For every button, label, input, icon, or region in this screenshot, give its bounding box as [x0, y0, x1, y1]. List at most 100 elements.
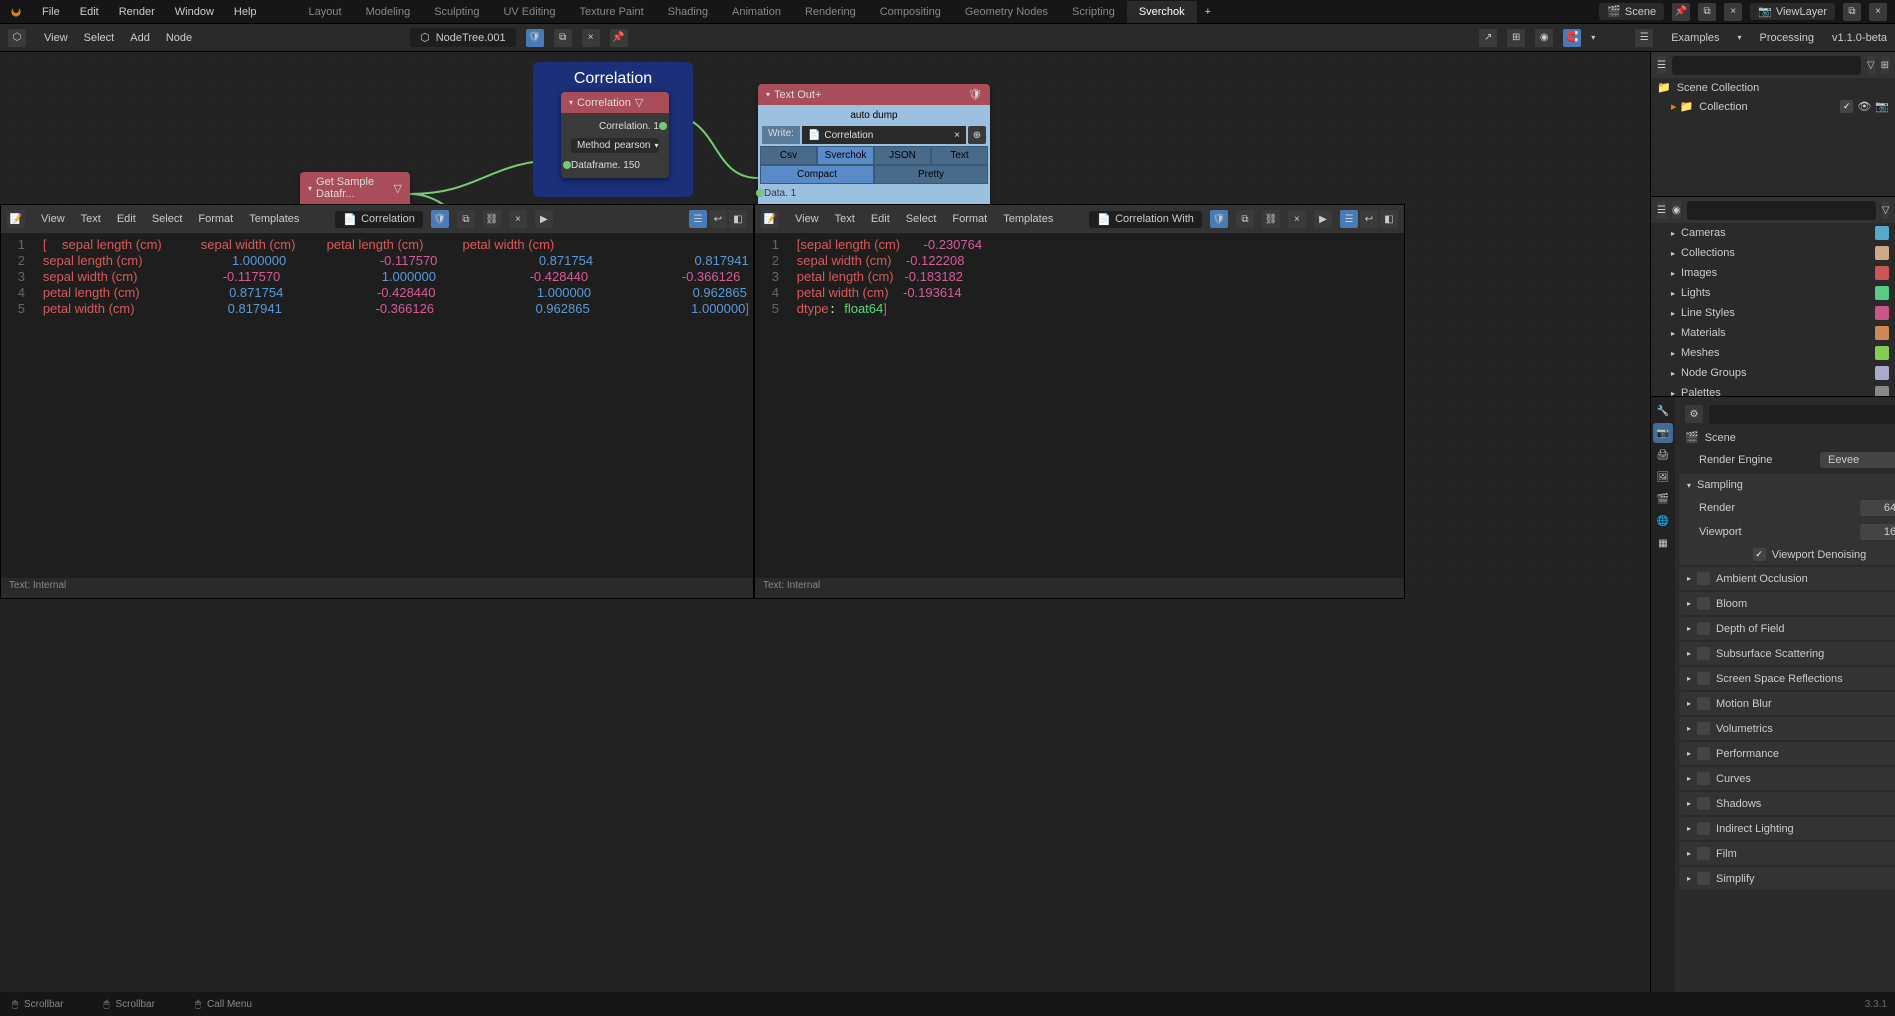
data-palettes[interactable]: ▸Palettes [1651, 383, 1895, 397]
menu-window[interactable]: Window [165, 2, 224, 22]
props-header-indirect-lighting[interactable]: ▸Indirect Lighting [1679, 817, 1895, 840]
play-icon[interactable]: ▶ [535, 210, 553, 228]
workspace-tab-layout[interactable]: Layout [297, 1, 354, 23]
props-header-film[interactable]: ▸Film [1679, 842, 1895, 865]
data-meshes[interactable]: ▸Meshes [1651, 343, 1895, 363]
props-header-bloom[interactable]: ▸Bloom [1679, 592, 1895, 615]
text-content[interactable]: 1 [sepal length (cm) -0.230764 2 sepal w… [755, 233, 1404, 578]
menu-edit[interactable]: Edit [70, 2, 109, 22]
props-tab-tool[interactable]: 🔧 [1653, 401, 1673, 421]
tab-json[interactable]: JSON [874, 146, 931, 165]
snap-dropdown-icon[interactable]: ▾ [1591, 33, 1595, 42]
editor-type-icon[interactable]: 📝 [761, 210, 779, 228]
menu-help[interactable]: Help [224, 2, 267, 22]
viewport-samples-field[interactable]: 16 [1860, 524, 1895, 540]
examples-dropdown-icon[interactable]: ▾ [1738, 33, 1742, 42]
pin-icon[interactable]: 📌 [1672, 3, 1690, 21]
copy-icon[interactable]: ⧉ [457, 210, 475, 228]
props-header-subsurface-scattering[interactable]: ▸Subsurface Scattering [1679, 642, 1895, 665]
snap-icon[interactable]: 🧲 [1563, 29, 1581, 47]
props-tab-viewlayer[interactable]: 🖼 [1653, 467, 1673, 487]
render-samples-field[interactable]: 64 [1860, 500, 1895, 516]
node-editor[interactable]: ▾Get Sample Datafr...▽ Dataframe. 150 da… [0, 52, 1650, 599]
workspace-tab-shading[interactable]: Shading [656, 1, 720, 23]
workspace-tab-modeling[interactable]: Modeling [354, 1, 423, 23]
props-tab-texture[interactable]: ▦ [1653, 533, 1673, 553]
node-menu-select[interactable]: Select [76, 29, 123, 47]
text-menu-text[interactable]: Text [827, 210, 863, 228]
node-menu-add[interactable]: Add [122, 29, 158, 47]
props-search[interactable] [1709, 405, 1895, 424]
delete-icon[interactable]: × [1724, 3, 1742, 21]
shield-icon[interactable]: 🛡 [526, 29, 544, 47]
text-menu-format[interactable]: Format [190, 210, 241, 228]
wrap-icon[interactable]: ↩ [709, 210, 727, 228]
play-icon[interactable]: ▶ [1314, 210, 1332, 228]
editor-type-icon[interactable]: ☰ [1657, 56, 1666, 74]
shield-icon[interactable]: 🛡 [1210, 210, 1228, 228]
text-menu-edit[interactable]: Edit [863, 210, 898, 228]
node-tree-selector[interactable]: ⬡ NodeTree.001 [410, 28, 516, 47]
node-menu-node[interactable]: Node [158, 29, 200, 47]
filter-icon[interactable]: ▽ [1882, 201, 1890, 219]
shield-icon[interactable]: 🛡 [431, 210, 449, 228]
unlink-icon[interactable]: × [582, 29, 600, 47]
text-menu-view[interactable]: View [787, 210, 827, 228]
data-line-styles[interactable]: ▸Line Styles [1651, 303, 1895, 323]
props-header-simplify[interactable]: ▸Simplify [1679, 867, 1895, 890]
editor-type-icon[interactable]: ☰ [1657, 201, 1666, 219]
data-node-groups[interactable]: ▸Node Groups [1651, 363, 1895, 383]
scene-selector[interactable]: 🎬Scene [1599, 3, 1664, 20]
props-header-motion-blur[interactable]: ▸Motion Blur [1679, 692, 1895, 715]
tab-pretty[interactable]: Pretty [874, 165, 988, 184]
props-header-depth-of-field[interactable]: ▸Depth of Field [1679, 617, 1895, 640]
close-icon[interactable]: × [509, 210, 527, 228]
render-engine-select[interactable]: Eevee▾ [1820, 452, 1895, 468]
data-materials[interactable]: ▸Materials [1651, 323, 1895, 343]
menu-file[interactable]: File [32, 2, 70, 22]
props-header-shadows[interactable]: ▸Shadows [1679, 792, 1895, 815]
examples-menu[interactable]: Examples [1663, 29, 1727, 47]
workspace-tab-scripting[interactable]: Scripting [1060, 1, 1127, 23]
data-collections[interactable]: ▸Collections [1651, 243, 1895, 263]
tab-compact[interactable]: Compact [760, 165, 874, 184]
props-tab-scene[interactable]: 🎬 [1653, 489, 1673, 509]
props-header-curves[interactable]: ▸Curves [1679, 767, 1895, 790]
workspace-tab-sverchok[interactable]: Sverchok [1127, 1, 1197, 23]
editor-type-icon[interactable]: ⚙ [1685, 405, 1703, 423]
props-tab-output[interactable]: 🖨 [1653, 445, 1673, 465]
denoising-checkbox[interactable] [1753, 548, 1766, 561]
data-lights[interactable]: ▸Lights [1651, 283, 1895, 303]
text-menu-text[interactable]: Text [73, 210, 109, 228]
menu-render[interactable]: Render [109, 2, 165, 22]
copy-viewlayer-icon[interactable]: ⧉ [1843, 3, 1861, 21]
line-numbers-icon[interactable]: ☰ [1340, 210, 1358, 228]
workspace-tab-animation[interactable]: Animation [720, 1, 793, 23]
overlay-icon[interactable]: ◉ [1535, 29, 1553, 47]
text-menu-format[interactable]: Format [944, 210, 995, 228]
new-collection-icon[interactable]: ⊞ [1881, 56, 1889, 74]
close-icon[interactable]: × [1288, 210, 1306, 228]
props-header-screen-space-reflections[interactable]: ▸Screen Space Reflections [1679, 667, 1895, 690]
outliner-scene-collection[interactable]: 📁Scene Collection [1651, 78, 1895, 97]
text-menu-view[interactable]: View [33, 210, 73, 228]
grid-icon[interactable]: ⊞ [1507, 29, 1525, 47]
workspace-tab-geometry-nodes[interactable]: Geometry Nodes [953, 1, 1060, 23]
add-icon[interactable]: ⊕ [968, 126, 986, 144]
text-menu-select[interactable]: Select [144, 210, 191, 228]
text-menu-select[interactable]: Select [898, 210, 945, 228]
workspace-tab-rendering[interactable]: Rendering [793, 1, 868, 23]
copy-icon[interactable]: ⧉ [1236, 210, 1254, 228]
workspace-tab-compositing[interactable]: Compositing [868, 1, 953, 23]
outliner-collection[interactable]: ▸ 📁Collection👁📷 [1651, 97, 1895, 116]
workspace-tab-sculpting[interactable]: Sculpting [422, 1, 491, 23]
text-content[interactable]: 1 [ sepal length (cm) sepal width (cm) p… [1, 233, 753, 578]
syntax-icon[interactable]: ◧ [729, 210, 747, 228]
node-menu-view[interactable]: View [36, 29, 76, 47]
viewlayer-selector[interactable]: 📷ViewLayer [1750, 3, 1835, 20]
tab-csv[interactable]: Csv [760, 146, 817, 165]
data-cameras[interactable]: ▸Cameras [1651, 223, 1895, 243]
data-images[interactable]: ▸Images [1651, 263, 1895, 283]
sampling-header[interactable]: ▾Sampling [1679, 474, 1895, 496]
arrow-icon[interactable]: ↗ [1479, 29, 1497, 47]
